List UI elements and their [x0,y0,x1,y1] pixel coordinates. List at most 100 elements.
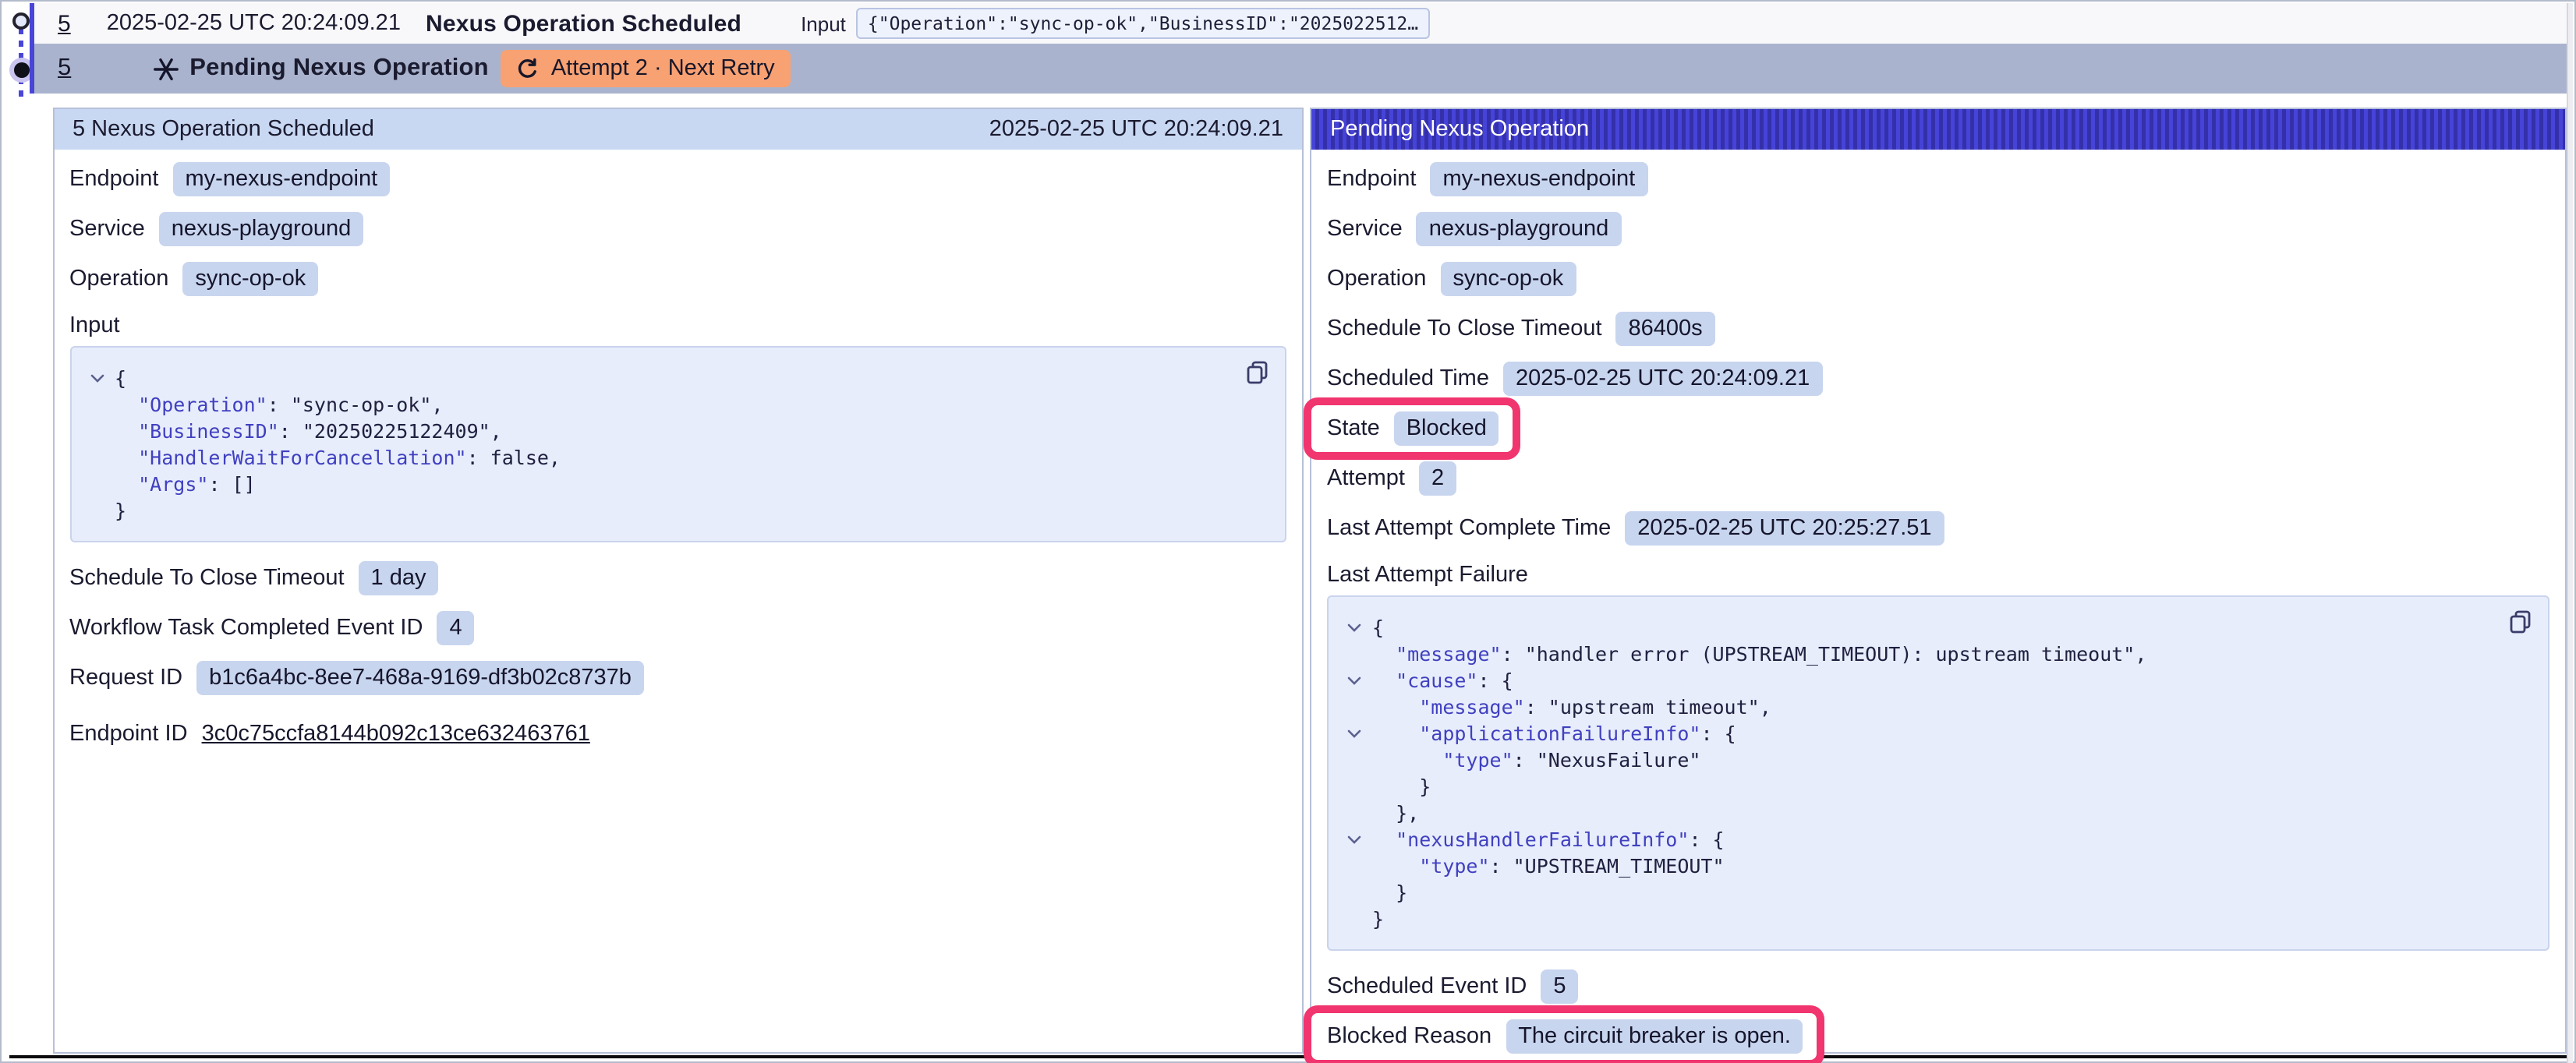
fold-gutter-empty [1347,906,1372,932]
field-attempt: Attempt2 [1327,461,2549,496]
fold-chevron-icon[interactable] [1347,826,1372,853]
json-key: "Args" [138,471,208,497]
code-line: "nexusHandlerFailureInfo": { [1347,826,2529,853]
event-detail-panel-scheduled: 5 Nexus Operation Scheduled 2025-02-25 U… [52,108,1304,1054]
field-label-endpoint-id: Endpoint ID [69,722,188,747]
field-label-endpoint: Endpoint [1327,167,1417,192]
retry-badge-label: Attempt 2 · Next Retry [551,56,775,81]
json-key: "cause" [1396,667,1477,694]
json-value: } [115,497,126,524]
pending-event-title: Pending Nexus Operation [189,55,489,83]
failure-section-label: Last Attempt Failure [1327,561,2549,589]
json-key: "type" [1419,853,1489,879]
fold-chevron-icon[interactable] [90,365,115,391]
code-line: "cause": { [1347,667,2529,694]
event-id-link[interactable]: 5 [58,55,71,83]
field-label-service: Service [1327,217,1403,242]
scheduled-panel-timestamp: 2025-02-25 UTC 20:24:09.21 [989,117,1283,142]
json-value: : "upstream timeout", [1525,694,1771,720]
field-state: StateBlocked [1327,411,1499,446]
timeline-event-dot-current [14,62,30,78]
json-value: } [1419,773,1431,800]
json-value: : "sync-op-ok", [267,391,444,418]
event-id-link[interactable]: 5 [58,10,71,37]
field-value-operation: sync-op-ok [1440,262,1576,296]
field-operation: Operationsync-op-ok [1327,262,2549,296]
fold-chevron-icon[interactable] [1347,614,1372,641]
field-service: Servicenexus-playground [1327,212,2549,246]
code-line: "type": "NexusFailure" [1347,747,2529,773]
field-request-id: Request IDb1c6a4bc-8ee7-468a-9169-df3b02… [69,661,1286,695]
json-value: { [1372,614,1384,641]
field-endpoint: Endpoint my-nexus-endpoint [1327,162,2549,196]
code-line: { [90,365,1266,391]
temporal-event-history-screen: 5 2025-02-25 UTC 20:24:09.21 Nexus Opera… [0,0,2576,1063]
field-scheduled-time: Scheduled Time2025-02-25 UTC 20:24:09.21 [1327,362,2549,396]
field-endpoint: Endpointmy-nexus-endpoint [69,162,1286,196]
pending-fields-bottom: Scheduled Event ID5Blocked ReasonThe cir… [1327,969,2549,1063]
code-line: { [1347,614,2529,641]
copy-icon[interactable] [2509,609,2532,634]
code-line: } [1347,879,2529,906]
failure-json-viewer: { "message": "handler error (UPSTREAM_TI… [1327,595,2549,951]
json-key: "nexusHandlerFailureInfo" [1396,826,1689,853]
fold-gutter-empty [90,391,115,418]
code-line: "message": "upstream timeout", [1347,694,2529,720]
input-preview-label: Input [801,12,846,35]
field-value-scheduled-event-id: 5 [1541,969,1578,1004]
json-value: { [115,365,126,391]
field-value-schedule-to-close-timeout: 1 day [359,561,439,595]
fold-gutter-empty [1347,747,1372,773]
history-row-pending-nexus-operation[interactable]: 5 Pending Nexus Operation Attempt 2 · Ne… [34,44,2569,94]
field-value-endpoint-id[interactable]: 3c0c75ccfa8144b092c13ce632463761 [202,722,590,747]
json-value: : { [1478,667,1513,694]
vertical-scrollbar[interactable] [2566,3,2573,1063]
json-value: : "20250225122409", [279,418,502,444]
field-value-last-attempt-complete-time: 2025-02-25 UTC 20:25:27.51 [1625,511,1944,546]
fold-gutter-empty [1347,879,1372,906]
scheduled-panel-body: Endpointmy-nexus-endpointServicenexus-pl… [54,150,1302,751]
pending-asterisk-icon [152,55,179,82]
fold-gutter-empty [90,418,115,444]
field-workflow-task-completed-event-id: Workflow Task Completed Event ID4 [69,611,1286,645]
window-frame: 5 2025-02-25 UTC 20:24:09.21 Nexus Opera… [0,0,2576,1063]
field-value-endpoint: my-nexus-endpoint [1431,162,1648,196]
event-timeline-gutter [2,2,34,1063]
fold-chevron-icon[interactable] [1347,667,1372,694]
history-row-nexus-operation-scheduled[interactable]: 5 2025-02-25 UTC 20:24:09.21 Nexus Opera… [34,3,2569,44]
scheduled-panel-title: 5 Nexus Operation Scheduled [73,117,374,142]
field-value-state: Blocked [1394,411,1499,446]
json-value: : "NexusFailure" [1513,747,1701,773]
code-line: "applicationFailureInfo": { [1347,720,2529,747]
json-key: "BusinessID" [138,418,279,444]
field-label-schedule-to-close-timeout: Schedule To Close Timeout [69,566,345,591]
json-key: "message" [1396,641,1501,667]
pending-fields-top: Endpoint my-nexus-endpoint Servicenexus-pl… [1327,162,2549,546]
field-operation: Operationsync-op-ok [69,262,1286,296]
field-label-scheduled-event-id: Scheduled Event ID [1327,974,1527,999]
json-value: }, [1396,800,1419,826]
copy-icon[interactable] [1246,360,1269,385]
field-value-operation: sync-op-ok [182,262,318,296]
scheduled-fields-bottom: Schedule To Close Timeout 1 day Workflow T… [69,561,1286,751]
code-line: "HandlerWaitForCancellation": false, [90,444,1266,471]
json-value: : "UPSTREAM_TIMEOUT" [1490,853,1725,879]
field-value-blocked-reason: The circuit breaker is open. [1506,1019,1803,1054]
retry-attempt-badge: Attempt 2 · Next Retry [501,50,791,87]
input-section-label: Input [69,312,1286,340]
fold-gutter-empty [1347,694,1372,720]
json-key: "type" [1442,747,1513,773]
fold-gutter-empty [1347,853,1372,879]
code-line: } [1347,906,2529,932]
retry-icon [517,57,540,80]
input-preview-chip: {"Operation":"sync-op-ok","BusinessID":"… [857,8,1429,39]
json-value: } [1372,906,1384,932]
fold-chevron-icon[interactable] [1347,720,1372,747]
field-label-schedule-to-close-timeout: Schedule To Close Timeout [1327,316,1602,341]
code-line: } [90,497,1266,524]
field-label-workflow-task-completed-event-id: Workflow Task Completed Event ID [69,616,423,641]
timeline-event-dot-open [12,12,30,30]
field-schedule-to-close-timeout: Schedule To Close Timeout 1 day [69,561,1286,595]
fold-gutter-empty [90,444,115,471]
json-value: : { [1689,826,1724,853]
